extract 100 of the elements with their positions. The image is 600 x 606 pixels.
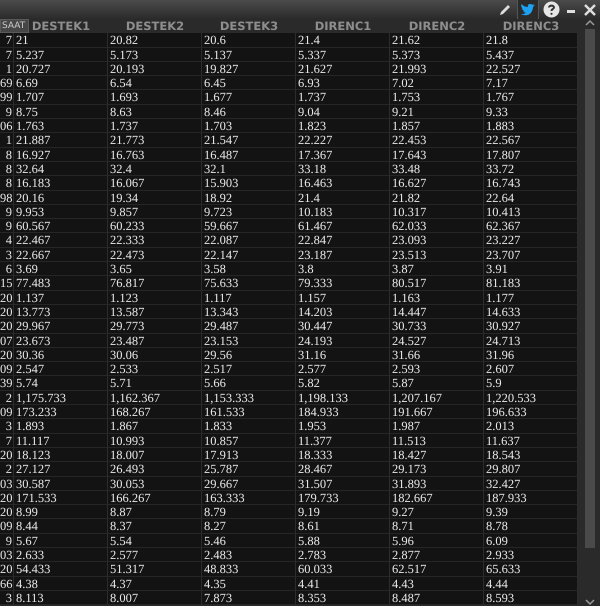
table-cell: 13.773 (14, 304, 108, 320)
table-cell: 21.887 (14, 133, 108, 148)
table-cell: 4.43 (390, 576, 484, 591)
table-cell: 9.953 (14, 204, 108, 220)
table-cell: 80.517 (390, 276, 484, 291)
scroll-up-icon[interactable] (584, 19, 594, 27)
table-cell: 23.153 (202, 334, 296, 348)
help-icon[interactable] (543, 1, 560, 18)
scrollbar-thumb[interactable] (584, 29, 594, 548)
table-cell: 24.713 (484, 334, 578, 348)
table-cell: 32.427 (484, 476, 578, 491)
table-cell: 168.267 (108, 405, 202, 420)
table-cell: 23.487 (108, 334, 202, 348)
table-cell: 33.18 (296, 162, 390, 176)
table-cell: 8.113 (14, 590, 108, 606)
table-cell: 5.9 (484, 376, 578, 391)
bird-icon[interactable] (517, 0, 539, 19)
table-cell: 20.727 (14, 62, 108, 76)
table-cell: 28.467 (296, 462, 390, 476)
table-cell: 22.453 (390, 133, 484, 148)
table-cell: 171.533 (14, 490, 108, 506)
table-cell: 5.71 (108, 376, 202, 391)
table-cell: 2.783 (296, 548, 390, 562)
table-cell: 3.69 (14, 262, 108, 276)
table-cell: 31.893 (390, 476, 484, 491)
close-icon[interactable] (582, 2, 598, 18)
table-cell: 5.237 (14, 48, 108, 62)
table-cell: 14.447 (390, 304, 484, 320)
table-cell: 1.987 (390, 419, 484, 434)
table-cell: 06 (0, 119, 14, 134)
table-cell: 2.607 (484, 362, 578, 376)
table-cell: 5.96 (390, 534, 484, 548)
table-cell: 62.367 (484, 219, 578, 234)
table-cell: 8.87 (108, 505, 202, 520)
table-cell: 8.79 (202, 505, 296, 520)
table-cell: 32.1 (202, 162, 296, 176)
table-cell: 8.61 (296, 519, 390, 534)
table-cell: 2.593 (390, 362, 484, 376)
table-cell: 1.767 (484, 90, 578, 105)
table-cell: 1.677 (202, 90, 296, 105)
table-cell: 1 (0, 133, 14, 148)
table-cell: 22.64 (484, 190, 578, 205)
table-cell: 2.517 (202, 362, 296, 376)
table-cell: 26.493 (108, 462, 202, 476)
table-cell: 8 (0, 176, 14, 191)
table-cell: 29.487 (202, 319, 296, 334)
table-cell: 20.193 (108, 62, 202, 76)
table-cell: 18.007 (108, 448, 202, 462)
table-cell: 24.193 (296, 334, 390, 348)
table-cell: 163.333 (202, 490, 296, 506)
column-header[interactable]: DIRENC1 (296, 19, 390, 34)
table-cell: 17.643 (390, 148, 484, 162)
table-cell: 1 (0, 62, 14, 76)
table-cell: 1.737 (296, 90, 390, 105)
table-cell: 1.163 (390, 290, 484, 305)
table-cell: 2.877 (390, 548, 484, 562)
table-cell: 6.09 (484, 534, 578, 548)
scroll-down-icon[interactable] (584, 598, 594, 606)
table-cell: 18.427 (390, 448, 484, 462)
column-header[interactable]: DESTEK3 (202, 19, 296, 34)
table-cell: 1,198.133 (296, 390, 390, 406)
column-header[interactable]: DIRENC2 (390, 19, 484, 34)
table-cell: 25.787 (202, 462, 296, 476)
table-cell: 1,162.367 (108, 390, 202, 406)
table-cell: 22.227 (296, 133, 390, 148)
table-cell: 10.183 (296, 204, 390, 220)
table-cell: 8.71 (390, 519, 484, 534)
table-cell: 1.693 (108, 90, 202, 105)
table-cell: 1,175.733 (14, 390, 108, 406)
table-cell: 18.333 (296, 448, 390, 462)
table-cell: 3 (0, 248, 14, 262)
table-cell: 66 (0, 576, 14, 591)
table-cell: 1,207.167 (390, 390, 484, 406)
table-cell: 4.38 (14, 576, 108, 591)
table-cell: 2 (0, 462, 14, 476)
table-cell: 8.78 (484, 519, 578, 534)
table-cell: 09 (0, 405, 14, 420)
table-cell: 27.127 (14, 462, 108, 476)
table-cell: 07 (0, 334, 14, 348)
tooltip: SAAT (0, 19, 29, 33)
column-header[interactable]: DESTEK2 (108, 19, 202, 34)
table-cell: 22.333 (108, 233, 202, 248)
table-cell: 3.87 (390, 262, 484, 276)
table-cell: 8.44 (14, 519, 108, 534)
column-header[interactable]: DIRENC3 (484, 19, 578, 34)
table-cell: 76.817 (108, 276, 202, 291)
table-cell: 8.353 (296, 590, 390, 606)
table-cell: 184.933 (296, 405, 390, 420)
table-cell: 29.773 (108, 319, 202, 334)
table-cell: 3 (0, 590, 14, 606)
table-cell: 9.39 (484, 505, 578, 520)
table-cell: 11.117 (14, 434, 108, 448)
table-cell: 62.033 (390, 219, 484, 234)
table-cell: 4.44 (484, 576, 578, 591)
table-cell: 3 (0, 419, 14, 434)
table-cell: 62.517 (390, 562, 484, 577)
table-cell: 17.807 (484, 148, 578, 162)
table-cell: 29.667 (202, 476, 296, 491)
table-cell: 81.183 (484, 276, 578, 291)
table-cell: 10.317 (390, 204, 484, 220)
